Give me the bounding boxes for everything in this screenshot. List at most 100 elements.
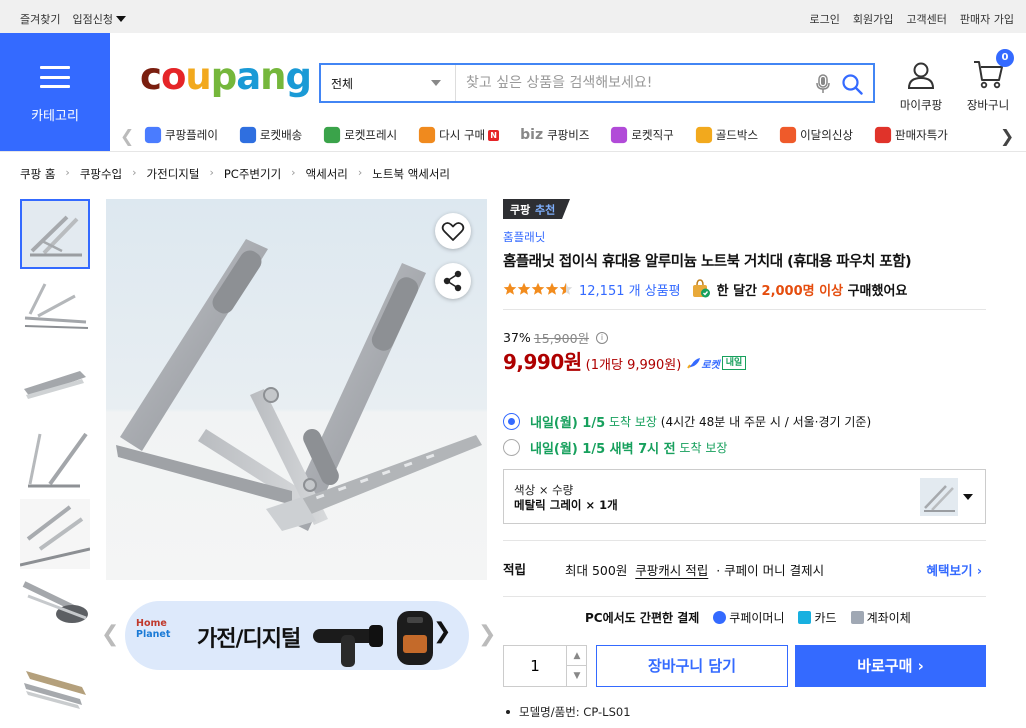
user-icon xyxy=(907,62,935,89)
product-main-image[interactable] xyxy=(106,199,487,580)
category-strip-item[interactable]: 판매자특가 xyxy=(874,124,948,146)
promo-banner[interactable]: Home Planet 가전/디지털 ❯ xyxy=(125,601,469,670)
thumbnail-3[interactable] xyxy=(20,349,90,419)
global-icon xyxy=(611,126,628,144)
radio-selected[interactable] xyxy=(503,413,520,430)
category-strip: ❮ 쿠팡플레이 로켓배송 로켓프레시 다시 구매 N biz 쿠팡비즈 로켓직구 골드박스 이달의… xyxy=(116,121,1026,149)
search-input[interactable] xyxy=(457,65,797,101)
category-strip-item[interactable]: 로켓배송 xyxy=(239,124,302,146)
breadcrumb-item[interactable]: 쿠팡수입 xyxy=(80,166,122,182)
chevron-down-icon xyxy=(963,494,973,500)
search-scope-value: 전체 xyxy=(331,77,354,91)
star-icon xyxy=(503,282,517,295)
login-link[interactable]: 로그인 xyxy=(810,11,840,27)
quantity-decrease-button[interactable]: ▼ xyxy=(566,666,587,686)
heart-icon xyxy=(441,222,465,241)
delivery-option-2[interactable]: 내일(월) 1/5 새벽 7시 전 도착 보장 xyxy=(503,438,727,457)
new-icon xyxy=(779,126,797,144)
payment-method: 카드 xyxy=(798,609,837,626)
coupang-logo[interactable]: coupang xyxy=(140,58,312,95)
breadcrumb-item[interactable]: 쿠팡 홈 xyxy=(20,166,55,182)
seller-signup-link[interactable]: 판매자 가입 xyxy=(960,11,1014,27)
category-strip-item[interactable]: 다시 구매 N xyxy=(418,124,500,146)
biz-icon: biz xyxy=(520,127,544,143)
breadcrumb-item[interactable]: 노트북 액세서리 xyxy=(372,166,450,182)
laptop-stand-image xyxy=(106,199,487,580)
spec-list: 모델명/품번: CP-LS01쿠팡상품번호: 4071697680 - 6690… xyxy=(503,704,748,728)
quantity-input[interactable] xyxy=(504,646,566,686)
category-menu-button[interactable]: 카테고리 xyxy=(0,33,110,151)
discount-rate: 37% xyxy=(503,330,531,345)
category-strip-label: 골드박스 xyxy=(715,128,759,142)
payment-method: 계좌이체 xyxy=(850,609,911,626)
review-count-link[interactable]: 12,151 개 상품평 xyxy=(579,280,681,299)
category-strip-item[interactable]: 골드박스 xyxy=(695,124,758,146)
category-strip-item[interactable]: 로켓직구 xyxy=(610,124,674,146)
delivery-option-1[interactable]: 내일(월) 1/5 도착 보장 (4시간 48분 내 주문 시 / 서울·경기 … xyxy=(503,412,871,431)
info-icon[interactable]: i xyxy=(596,331,609,344)
option-thumbnail xyxy=(920,478,958,516)
cart-button[interactable]: 0 장바구니 xyxy=(960,49,1016,113)
thumbnail-6[interactable] xyxy=(20,574,90,644)
search-scope-select[interactable]: 전체 xyxy=(321,65,456,101)
radio-unselected[interactable] xyxy=(503,439,520,456)
breadcrumb-item[interactable]: PC주변기기 xyxy=(224,166,281,182)
chevron-right-icon: ❯ xyxy=(433,619,452,644)
mypage-label: 마이쿠팡 xyxy=(899,98,943,112)
microphone-icon[interactable] xyxy=(815,74,831,94)
breadcrumb-item[interactable]: 가전디지털 xyxy=(147,166,200,182)
payment-method-label: 카드 xyxy=(814,611,837,625)
seller-apply-label: 입점신청 xyxy=(72,13,113,26)
payment-method-label: 계좌이체 xyxy=(866,611,911,625)
rocket-delivery-badge: 로켓 내일 xyxy=(687,356,747,371)
buy-now-button[interactable]: 바로구매 › xyxy=(795,645,986,687)
search-icon[interactable] xyxy=(841,73,863,95)
share-button[interactable] xyxy=(435,263,471,299)
brand-link[interactable]: 홈플래닛 xyxy=(503,229,545,245)
header-divider xyxy=(0,151,1026,152)
banner-next-icon[interactable]: ❯ xyxy=(478,622,496,647)
banner-text: 가전/디지털 xyxy=(197,627,301,652)
category-strip-item[interactable]: 이달의신상 xyxy=(779,124,853,146)
signup-link[interactable]: 회원가입 xyxy=(853,11,893,27)
thumbnail-5[interactable] xyxy=(20,499,90,569)
favorites-link[interactable]: 즐겨찾기 xyxy=(20,11,60,27)
chevron-right-icon[interactable]: ❯ xyxy=(1000,127,1014,147)
wishlist-button[interactable] xyxy=(435,213,471,249)
discount-row: 37% 15,900원 i xyxy=(503,328,609,347)
thumbnail-7[interactable] xyxy=(20,649,90,719)
star-rating xyxy=(503,282,573,296)
thumbnail-4[interactable] xyxy=(20,424,90,494)
homeplanet-logo: Home Planet xyxy=(136,618,171,640)
banner-prev-icon[interactable]: ❮ xyxy=(101,622,119,647)
chevron-left-icon[interactable]: ❮ xyxy=(120,127,134,147)
chevron-right-icon: › xyxy=(209,166,214,179)
category-strip-item[interactable]: biz 쿠팡비즈 xyxy=(520,124,589,146)
quantity-increase-button[interactable]: ▲ xyxy=(566,646,587,666)
benefit-more-link[interactable]: 혜택보기 › xyxy=(926,560,982,579)
category-strip-item[interactable]: 로켓프레시 xyxy=(323,124,397,146)
seller-apply-link[interactable]: 입점신청 xyxy=(72,11,126,27)
thumbnail-1[interactable] xyxy=(20,199,90,269)
mypage-button[interactable]: 마이쿠팡 xyxy=(893,60,949,113)
svg-text:추천: 추천 xyxy=(535,203,555,217)
product-title: 홈플래닛 접이식 휴대용 알루미늄 노트북 거치대 (휴대용 파우치 포함) xyxy=(503,254,912,270)
thumbnail-2[interactable] xyxy=(20,274,90,344)
payment-method: 쿠페이머니 xyxy=(713,609,784,626)
share-icon xyxy=(443,270,462,292)
option-label: 색상 × 수량 xyxy=(514,483,574,497)
category-strip-label: 판매자특가 xyxy=(894,128,948,142)
purchase-count: 한 달간 2,000명 이상 구매했어요 xyxy=(716,283,908,299)
sale-icon xyxy=(874,126,892,144)
divider xyxy=(503,309,986,310)
price-row: 9,990원 (1개당 9,990원) 로켓 내일 xyxy=(503,346,747,375)
coupang-cash-link[interactable]: 쿠팡캐시 적립 xyxy=(635,563,708,578)
option-select[interactable]: 색상 × 수량 메탈릭 그레이 × 1개 xyxy=(503,469,986,524)
breadcrumb-item[interactable]: 액세서리 xyxy=(306,166,348,182)
divider xyxy=(503,540,986,541)
category-strip-item[interactable]: 쿠팡플레이 xyxy=(144,124,218,146)
add-to-cart-button[interactable]: 장바구니 담기 xyxy=(596,645,788,687)
customer-center-link[interactable]: 고객센터 xyxy=(906,11,946,27)
shopping-bag-icon xyxy=(692,279,710,298)
category-strip-label: 쿠팡플레이 xyxy=(165,128,218,142)
